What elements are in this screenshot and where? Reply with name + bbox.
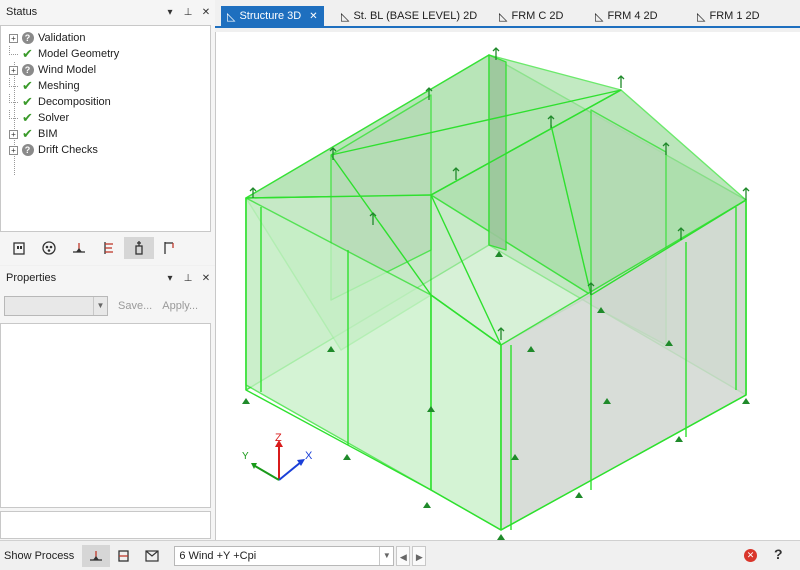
status-item-label: Drift Checks	[38, 144, 98, 156]
status-item-label: Validation	[38, 32, 86, 44]
status-toolbar	[0, 234, 211, 262]
help-icon[interactable]: ?	[774, 546, 783, 562]
pin-icon[interactable]: ⊥	[179, 7, 197, 18]
status-item-label: Decomposition	[38, 96, 111, 108]
expand-icon[interactable]: +	[9, 33, 18, 43]
status-tree: + ? Validation ✔ Model Geometry + ? Wind…	[0, 25, 211, 232]
check-icon: ✔	[22, 126, 33, 141]
status-item-label: Solver	[38, 112, 70, 124]
question-icon: ?	[21, 32, 34, 44]
axis-y-label: Y	[242, 451, 249, 462]
save-button[interactable]: Save...	[118, 300, 152, 312]
next-load-case-button[interactable]: ▶	[412, 545, 427, 566]
status-item-meshing[interactable]: ✔ Meshing	[9, 77, 80, 94]
levels-icon[interactable]	[94, 237, 124, 259]
status-panel-header: Status ▾ ⊥ ✕	[0, 2, 215, 22]
tab-frm-1-2d[interactable]: ◺ FRM 1 2D	[691, 6, 766, 26]
section-icon[interactable]	[154, 237, 184, 259]
check-icon: ✔	[22, 78, 33, 93]
status-item-solver[interactable]: ✔ Solver	[9, 109, 70, 126]
document-tabs: ◺ Structure 3D ✕ ◺ St. BL (BASE LEVEL) 2…	[215, 0, 800, 32]
apply-button[interactable]: Apply...	[162, 300, 198, 312]
expand-icon[interactable]: +	[9, 65, 18, 75]
chevron-down-icon[interactable]: ▼	[93, 297, 107, 315]
frame-view-icon[interactable]	[4, 237, 34, 259]
question-icon: ?	[21, 64, 34, 76]
frame-icon: ◺	[697, 10, 706, 23]
mail-icon[interactable]	[138, 545, 166, 567]
tab-underline	[215, 26, 800, 28]
show-process-label: Show Process	[4, 549, 75, 562]
axis-x-label: X	[305, 450, 313, 462]
tab-st-bl-2d[interactable]: ◺ St. BL (BASE LEVEL) 2D	[335, 6, 483, 26]
close-icon[interactable]: ✕	[197, 273, 215, 284]
show-process-load-icon[interactable]	[82, 544, 111, 567]
close-icon[interactable]: ✕	[197, 7, 215, 18]
check-icon: ✔	[22, 110, 33, 125]
structure-3d-viewport[interactable]: Z Y X	[215, 32, 800, 540]
support-icon[interactable]	[124, 237, 154, 259]
status-panel: Status ▾ ⊥ ✕ + ? Validation ✔ Model Geom…	[0, 0, 215, 265]
frame-icon: ◺	[499, 10, 508, 23]
tab-frm-c-2d[interactable]: ◺ FRM C 2D	[493, 6, 569, 26]
wind-model-icon[interactable]	[34, 237, 64, 259]
bottom-bar: Show Process 6 Wind +Y +Cpi ▼ ◀ ▶	[0, 540, 800, 570]
status-item-bim[interactable]: + ✔ BIM	[9, 126, 58, 142]
column-back	[488, 54, 507, 251]
properties-panel-header: Properties ▾ ⊥ ✕	[0, 268, 215, 288]
properties-description	[0, 511, 211, 539]
check-icon: ✔	[22, 46, 33, 61]
question-icon: ?	[21, 144, 34, 156]
status-item-label: Meshing	[38, 80, 80, 92]
expand-icon[interactable]: +	[9, 145, 18, 155]
check-icon: ✔	[22, 94, 33, 109]
load-icon[interactable]	[64, 237, 94, 259]
properties-grid[interactable]	[0, 323, 211, 508]
axis-triad	[251, 440, 305, 481]
status-item-wind-model[interactable]: + ? Wind Model	[9, 62, 96, 78]
plan-icon: ◺	[341, 10, 350, 23]
show-process-frame-icon[interactable]	[110, 545, 138, 567]
status-item-model-geometry[interactable]: ✔ Model Geometry	[9, 45, 120, 62]
prev-load-case-button[interactable]: ◀	[396, 545, 411, 566]
close-icon[interactable]: ✕	[309, 11, 317, 22]
properties-panel: Properties ▾ ⊥ ✕ ▼ Save... Apply...	[0, 266, 215, 540]
status-item-label: Model Geometry	[38, 48, 120, 60]
status-item-label: BIM	[38, 128, 58, 140]
dropdown-icon[interactable]: ▾	[161, 273, 179, 284]
status-panel-title: Status	[6, 6, 38, 18]
chevron-down-icon[interactable]: ▼	[379, 546, 393, 565]
axis-z-label: Z	[275, 432, 282, 444]
tab-frm-4-2d[interactable]: ◺ FRM 4 2D	[589, 6, 664, 26]
tab-structure-3d[interactable]: ◺ Structure 3D ✕	[221, 6, 324, 26]
properties-panel-title: Properties	[6, 272, 57, 284]
expand-icon[interactable]: +	[9, 129, 18, 139]
cube-icon: ◺	[227, 10, 236, 23]
error-icon[interactable]: ✕	[744, 549, 757, 562]
load-case-select[interactable]: 6 Wind +Y +Cpi ▼	[174, 545, 395, 566]
frame-icon: ◺	[595, 10, 604, 23]
status-item-decomposition[interactable]: ✔ Decomposition	[9, 93, 111, 110]
status-item-drift-checks[interactable]: + ? Drift Checks	[9, 142, 98, 158]
status-item-validation[interactable]: + ? Validation	[9, 30, 86, 46]
properties-toolbar: ▼ Save... Apply...	[4, 296, 211, 316]
status-item-label: Wind Model	[38, 64, 97, 76]
structure-model[interactable]: Z Y X	[216, 32, 800, 540]
pin-icon[interactable]: ⊥	[179, 273, 197, 284]
properties-object-select[interactable]: ▼	[4, 296, 108, 316]
dropdown-icon[interactable]: ▾	[161, 7, 179, 18]
